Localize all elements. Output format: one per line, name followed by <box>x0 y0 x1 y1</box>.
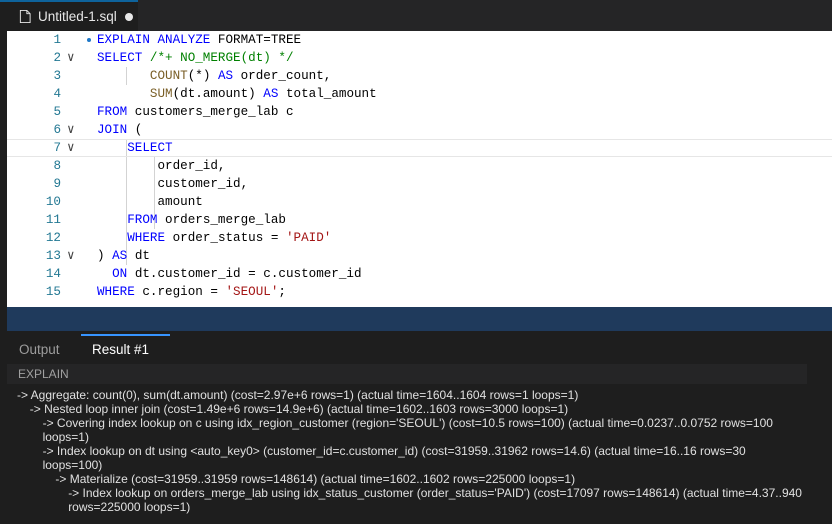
line-number: 12 <box>45 231 61 245</box>
code-text: amount <box>97 195 203 209</box>
line-number: 8 <box>53 159 61 173</box>
editor-tab-bar: Untitled-1.sql <box>0 0 832 31</box>
code-text: FROM customers_merge_lab c <box>97 105 294 119</box>
unsaved-dot-icon[interactable] <box>124 12 133 21</box>
code-line[interactable]: 8 order_id, <box>7 157 832 175</box>
fold-chevron-icon[interactable]: ∨ <box>67 247 79 265</box>
explain-plan-cell[interactable]: -> Aggregate: count(0), sum(dt.amount) (… <box>17 388 807 514</box>
code-text: SUM(dt.amount) AS total_amount <box>149 87 377 101</box>
line-number: 6 <box>53 123 61 137</box>
plan-row: -> Covering index lookup on c using idx_… <box>42 416 773 444</box>
line-number: 4 <box>53 87 61 101</box>
vertical-scrollbar[interactable] <box>807 364 832 524</box>
tab-result-1[interactable]: Result #1 <box>81 334 170 364</box>
plan-row: -> Index lookup on orders_merge_lab usin… <box>68 486 802 514</box>
code-text: WHERE order_status = 'PAID' <box>127 231 332 245</box>
tab-title: Untitled-1.sql <box>38 9 117 24</box>
code-text: ) AS dt <box>97 249 150 263</box>
line-number: 14 <box>45 267 61 281</box>
plan-row: -> Nested loop inner join (cost=1.49e+6 … <box>29 402 569 416</box>
code-line[interactable]: 12 WHERE order_status = 'PAID' <box>7 229 832 247</box>
line-number: 11 <box>45 213 61 227</box>
code-line[interactable]: 14 ON dt.customer_id = c.customer_id <box>7 265 832 283</box>
code-line[interactable]: 11 FROM orders_merge_lab <box>7 211 832 229</box>
code-line[interactable]: 4 SUM(dt.amount) AS total_amount <box>7 85 832 103</box>
code-text: FROM orders_merge_lab <box>127 213 286 227</box>
line-number: 5 <box>53 105 61 119</box>
fold-chevron-icon[interactable]: ∨ <box>67 49 79 67</box>
code-text: ON dt.customer_id = c.customer_id <box>112 267 362 281</box>
code-line[interactable]: 3 COUNT(*) AS order_count, <box>7 67 832 85</box>
code-text: WHERE c.region = 'SEOUL'; <box>97 285 286 299</box>
code-line[interactable]: 7 ∨ SELECT <box>7 139 832 157</box>
code-line[interactable]: 6 ∨ JOIN ( <box>7 121 832 139</box>
tab-output[interactable]: Output <box>19 334 60 364</box>
line-number: 13 <box>45 249 61 263</box>
tab-untitled-sql[interactable]: Untitled-1.sql <box>0 0 138 31</box>
code-line[interactable]: 2 ∨ SELECT /*+ NO_MERGE(dt) */ <box>7 49 832 67</box>
plan-row: -> Aggregate: count(0), sum(dt.amount) (… <box>17 388 579 402</box>
code-text: order_id, <box>97 159 226 173</box>
panel-tabs: Output Result #1 <box>0 334 832 364</box>
line-number: 7 <box>53 141 61 155</box>
editor-scroll-region <box>7 307 832 331</box>
code-text: EXPLAIN ANALYZE FORMAT=TREE <box>97 33 302 47</box>
statement-marker-icon <box>87 38 91 42</box>
line-number: 9 <box>53 177 61 191</box>
code-line[interactable]: 9 customer_id, <box>7 175 832 193</box>
file-icon <box>19 10 31 23</box>
fold-chevron-icon[interactable]: ∨ <box>67 121 79 139</box>
line-number: 10 <box>45 195 61 209</box>
column-header-explain[interactable]: EXPLAIN <box>7 364 807 384</box>
code-text: JOIN ( <box>97 123 143 137</box>
line-number: 1 <box>53 33 61 47</box>
line-number: 3 <box>53 69 61 83</box>
code-text: customer_id, <box>97 177 249 191</box>
code-line[interactable]: 15 WHERE c.region = 'SEOUL'; <box>7 283 832 301</box>
plan-row: -> Index lookup on dt using <auto_key0> … <box>42 444 746 472</box>
code-line[interactable]: 1 EXPLAIN ANALYZE FORMAT=TREE <box>7 31 832 49</box>
code-text: SELECT <box>127 141 173 155</box>
code-line[interactable]: 13 ∨ ) AS dt <box>7 247 832 265</box>
code-text: COUNT(*) AS order_count, <box>149 69 332 83</box>
code-line[interactable]: 10 amount <box>7 193 832 211</box>
code-text: SELECT /*+ NO_MERGE(dt) */ <box>97 51 294 65</box>
line-number: 2 <box>53 51 61 65</box>
code-line[interactable]: 5 FROM customers_merge_lab c <box>7 103 832 121</box>
line-number: 15 <box>45 285 61 299</box>
sql-editor[interactable]: 1 EXPLAIN ANALYZE FORMAT=TREE 2 ∨ SELECT /*+… <box>7 31 832 307</box>
plan-row: -> Materialize (cost=31959..31959 rows=1… <box>55 472 576 486</box>
fold-chevron-icon[interactable]: ∨ <box>67 139 79 157</box>
